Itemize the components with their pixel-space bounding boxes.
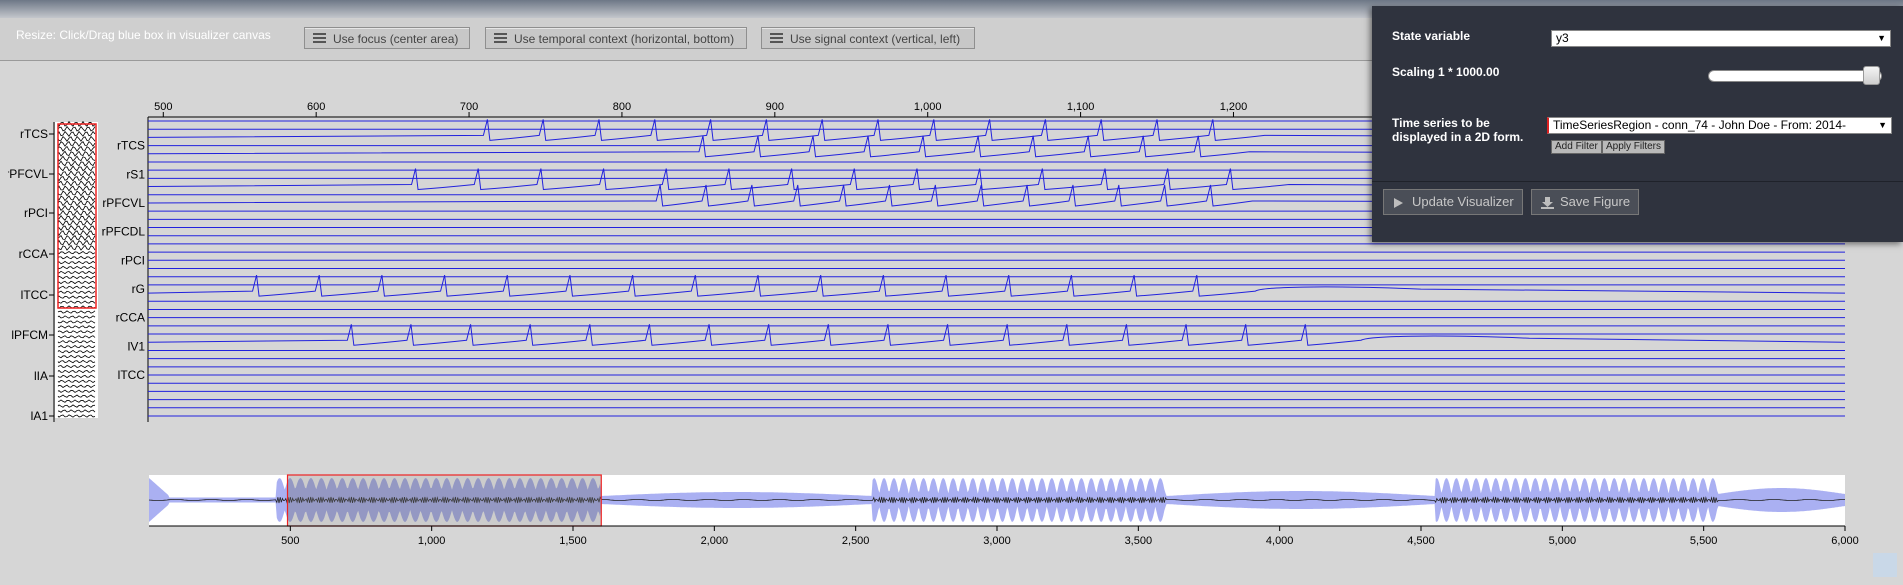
save-figure-label: Save Figure	[1560, 194, 1631, 209]
temporal-tick-label: 6,000	[1831, 535, 1859, 547]
temporal-tick-label: 2,000	[701, 535, 729, 547]
update-visualizer-button[interactable]: Update Visualizer	[1383, 189, 1523, 215]
temporal-tick-label: 2,500	[842, 535, 870, 547]
state-variable-select[interactable]: y3 ▼	[1551, 30, 1891, 47]
x-tick-label: 600	[307, 101, 325, 113]
play-icon	[1394, 198, 1403, 208]
use-signal-context-button[interactable]: Use signal context (vertical, left)	[761, 27, 975, 49]
save-figure-button[interactable]: Save Figure	[1531, 189, 1640, 215]
temporal-context: 500 1,000 1,500 2,000 2,500 3,000 3,500 4,000 4,…	[148, 474, 1859, 547]
menu-icon	[770, 33, 783, 43]
scaling-slider-thumb[interactable]	[1863, 66, 1880, 85]
use-temporal-context-button[interactable]: Use temporal context (horizontal, bottom…	[485, 27, 747, 49]
dropdown-arrow-icon: ▼	[1877, 33, 1886, 43]
x-tick-label: 1,200	[1220, 101, 1248, 113]
signal-context-label: rTCS	[20, 127, 48, 141]
channel-label: rS1	[126, 167, 145, 181]
use-focus-label: Use focus (center area)	[333, 32, 459, 46]
signal-context-label: lIA	[34, 369, 48, 383]
add-filter-button[interactable]: Add Filter	[1551, 140, 1602, 154]
settings-panel: State variable y3 ▼ Scaling 1 * 1000.00 T…	[1372, 6, 1903, 242]
timeseries-value: TimeSeriesRegion - conn_74 - John Doe - …	[1553, 118, 1847, 132]
temporal-tick-label: 5,000	[1549, 535, 1577, 547]
channel-label: lTCC	[118, 368, 146, 382]
channel-label: rPCI	[121, 253, 145, 267]
signal-context-label: rPCI	[24, 206, 48, 220]
state-variable-label: State variable	[1392, 29, 1471, 43]
timeseries-select[interactable]: TimeSeriesRegion - conn_74 - John Doe - …	[1547, 117, 1892, 134]
signal-context-background	[55, 122, 98, 418]
timeseries-label-line1: Time series to be	[1392, 116, 1490, 130]
menu-icon	[494, 33, 507, 43]
x-tick-label: 1,100	[1067, 101, 1095, 113]
scaling-label: Scaling 1 * 1000.00	[1392, 65, 1500, 79]
signal-context: rTCS rPFCVL rPCI rCCA lTCC lPFCM lIA lA1	[5, 120, 98, 423]
temporal-tick-label: 1,000	[418, 535, 446, 547]
channel-label: rCCA	[116, 311, 145, 325]
state-variable-value: y3	[1556, 31, 1569, 45]
temporal-tick-label: 3,500	[1125, 535, 1153, 547]
use-temporal-label: Use temporal context (horizontal, bottom…	[514, 32, 735, 46]
use-signal-label: Use signal context (vertical, left)	[790, 32, 961, 46]
temporal-tick-label: 5,500	[1690, 535, 1718, 547]
channel-label: rTCS	[117, 139, 145, 153]
panel-divider	[1372, 181, 1903, 182]
signal-context-label: lTCC	[21, 288, 49, 302]
channel-label: rPFCDL	[102, 225, 146, 239]
temporal-tick-label: 4,000	[1266, 535, 1294, 547]
signal-context-label: lA1	[31, 409, 49, 423]
temporal-tick-label: 500	[281, 535, 299, 547]
channel-label: lV1	[128, 339, 146, 353]
temporal-selection-box[interactable]	[286, 474, 602, 527]
x-tick-label: 800	[613, 101, 631, 113]
signal-context-label: rPFCVL	[8, 167, 48, 181]
x-tick-label: 700	[460, 101, 478, 113]
dropdown-arrow-icon: ▼	[1878, 120, 1887, 130]
temporal-tick-label: 1,500	[559, 535, 587, 547]
apply-filters-button[interactable]: Apply Filters	[1602, 140, 1666, 154]
signal-context-label: rCCA	[19, 247, 48, 261]
update-visualizer-label: Update Visualizer	[1412, 194, 1514, 209]
use-focus-button[interactable]: Use focus (center area)	[304, 27, 470, 49]
channel-label: rG	[132, 282, 145, 296]
signal-context-label: lPFCM	[11, 328, 48, 342]
x-tick-label: 900	[766, 101, 784, 113]
menu-icon	[313, 33, 326, 43]
timeseries-label-line2: displayed in a 2D form.	[1392, 130, 1524, 144]
x-tick-label: 500	[154, 101, 172, 113]
temporal-tick-label: 3,000	[983, 535, 1011, 547]
resize-corner[interactable]	[1873, 553, 1897, 577]
scaling-slider-track[interactable]	[1708, 70, 1882, 82]
temporal-tick-label: 4,500	[1407, 535, 1435, 547]
channel-label: rPFCVL	[102, 196, 145, 210]
download-icon	[1541, 197, 1554, 209]
x-tick-label: 1,000	[914, 101, 942, 113]
resize-hint: Resize: Click/Drag blue box in visualize…	[16, 28, 271, 42]
